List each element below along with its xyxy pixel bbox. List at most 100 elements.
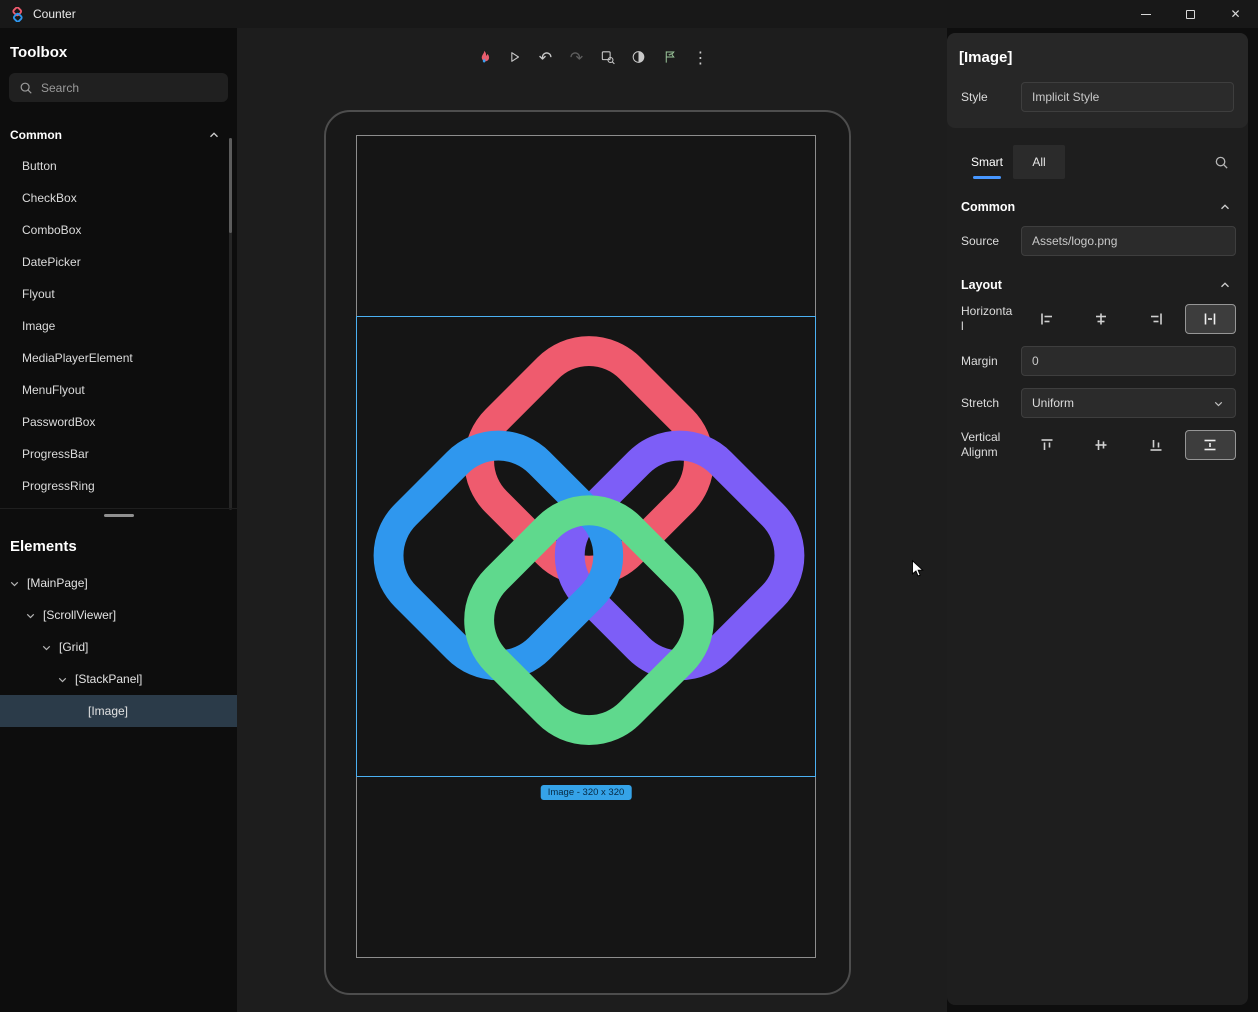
mouse-cursor: [908, 559, 926, 584]
align-stretch-vertical-icon: [1202, 437, 1218, 453]
toolbox-title: Toolbox: [0, 28, 237, 73]
play-icon: [507, 49, 523, 65]
toolbox-item-menuflyout[interactable]: MenuFlyout: [0, 374, 237, 406]
flag-check-icon: [662, 49, 677, 65]
properties-tabs: Smart All: [947, 144, 1248, 180]
zoom-selection-button[interactable]: [596, 44, 620, 70]
align-stretch-horizontal-icon: [1202, 311, 1218, 327]
chevron-up-icon[interactable]: [1218, 278, 1232, 292]
canvas-toolbar: ↶ ↷ ⋮: [472, 44, 713, 70]
theme-toggle-button[interactable]: [627, 44, 651, 70]
tree-item-grid[interactable]: [Grid]: [0, 631, 237, 663]
align-bottom-icon: [1148, 437, 1164, 453]
canvas-image-element[interactable]: [356, 316, 816, 777]
elements-panel: Elements [MainPage] [ScrollViewer] [Grid…: [0, 522, 237, 727]
toolbox-item-datepicker[interactable]: DatePicker: [0, 246, 237, 278]
tree-item-mainpage[interactable]: [MainPage]: [0, 567, 237, 599]
align-vertical-center-button[interactable]: [1076, 430, 1128, 460]
properties-card: [Image] Style Smart All Common: [947, 33, 1248, 1005]
align-horizontal-left-button[interactable]: [1021, 304, 1073, 334]
vertical-alignment-row: Vertical Alignm: [947, 430, 1248, 460]
align-left-icon: [1039, 311, 1055, 327]
vertical-alignment-label: Vertical Alignm: [961, 430, 1013, 460]
toolbox-search-input[interactable]: [41, 81, 218, 95]
toolbox-item-image[interactable]: Image: [0, 310, 237, 342]
style-input[interactable]: [1021, 82, 1234, 112]
chevron-down-icon[interactable]: [40, 641, 53, 654]
chevron-down-icon[interactable]: [24, 609, 37, 622]
splitter-handle-icon: [104, 514, 134, 517]
toolbox-item-combobox[interactable]: ComboBox: [0, 214, 237, 246]
search-icon: [19, 81, 33, 95]
align-vertical-bottom-button[interactable]: [1130, 430, 1182, 460]
toolbox-item-passwordbox[interactable]: PasswordBox: [0, 406, 237, 438]
properties-sidebar: [Image] Style Smart All Common: [947, 28, 1258, 1012]
app-window: Counter ✕ Toolbox Common Button: [0, 0, 1258, 1012]
section-common-header[interactable]: Common: [947, 190, 1248, 226]
align-right-icon: [1148, 311, 1164, 327]
undo-button[interactable]: ↶: [534, 44, 558, 70]
toolbox-section-common[interactable]: Common: [0, 120, 237, 150]
margin-input[interactable]: [1021, 346, 1236, 376]
chevron-up-icon[interactable]: [1218, 200, 1232, 214]
style-row: Style: [959, 82, 1236, 112]
tab-all[interactable]: All: [1013, 145, 1065, 179]
minimize-icon: [1141, 14, 1151, 15]
design-canvas[interactable]: ↶ ↷ ⋮: [237, 28, 947, 1012]
toolbox-item-progressring[interactable]: ProgressRing: [0, 470, 237, 502]
titlebar: Counter ✕: [0, 0, 1258, 28]
align-top-icon: [1039, 437, 1055, 453]
play-button[interactable]: [503, 44, 527, 70]
flag-button[interactable]: [658, 44, 682, 70]
minimize-button[interactable]: [1123, 0, 1168, 28]
tree-item-scrollviewer[interactable]: [ScrollViewer]: [0, 599, 237, 631]
toolbox-item-progressbar[interactable]: ProgressBar: [0, 438, 237, 470]
tree-item-stackpanel[interactable]: [StackPanel]: [0, 663, 237, 695]
properties-search-button[interactable]: [1208, 149, 1234, 175]
stretch-select[interactable]: Uniform: [1021, 388, 1236, 418]
align-middle-icon: [1093, 437, 1109, 453]
margin-label: Margin: [961, 354, 1013, 369]
selected-element-title: [Image]: [959, 49, 1236, 66]
align-horizontal-stretch-button[interactable]: [1185, 304, 1237, 334]
maximize-button[interactable]: [1168, 0, 1213, 28]
more-options-button[interactable]: ⋮: [689, 44, 713, 70]
chevron-down-icon[interactable]: [8, 577, 21, 590]
toolbox-item-checkbox[interactable]: CheckBox: [0, 182, 237, 214]
align-vertical-stretch-button[interactable]: [1185, 430, 1237, 460]
element-tree: [MainPage] [ScrollViewer] [Grid] [StackP…: [0, 567, 237, 727]
stretch-label: Stretch: [961, 396, 1013, 411]
theme-icon: [631, 49, 647, 65]
tab-smart[interactable]: Smart: [961, 145, 1013, 179]
panel-splitter[interactable]: [0, 508, 237, 522]
source-label: Source: [961, 234, 1013, 249]
align-horizontal-right-button[interactable]: [1130, 304, 1182, 334]
device-frame: Image - 320 x 320: [324, 110, 851, 995]
source-input[interactable]: [1021, 226, 1236, 256]
horizontal-alignment-group: [1021, 304, 1236, 334]
toolbox-item-flyout[interactable]: Flyout: [0, 278, 237, 310]
close-button[interactable]: ✕: [1213, 0, 1258, 28]
align-vertical-top-button[interactable]: [1021, 430, 1073, 460]
uno-logo-image: [357, 317, 815, 776]
toolbox-item-mediaplayerelement[interactable]: MediaPlayerElement: [0, 342, 237, 374]
align-horizontal-center-button[interactable]: [1076, 304, 1128, 334]
section-layout-header[interactable]: Layout: [947, 268, 1248, 304]
align-center-icon: [1093, 311, 1109, 327]
horizontal-alignment-label: Horizontal: [961, 304, 1013, 334]
redo-button[interactable]: ↷: [565, 44, 589, 70]
toolbox-scrollbar[interactable]: [229, 138, 232, 510]
flame-icon: [475, 48, 492, 67]
design-page-surface[interactable]: Image - 320 x 320: [356, 135, 816, 958]
toolbox-search[interactable]: [9, 73, 228, 102]
hot-design-flame-button[interactable]: [472, 44, 496, 70]
chevron-up-icon[interactable]: [207, 128, 221, 142]
maximize-icon: [1186, 10, 1195, 19]
logo-red-square: [455, 327, 723, 595]
toolbox-list: Button CheckBox ComboBox DatePicker Flyo…: [0, 150, 237, 502]
section-common: Common Source: [947, 190, 1248, 256]
tree-item-image-selected[interactable]: [Image]: [0, 695, 237, 727]
toolbox-item-button[interactable]: Button: [0, 150, 237, 182]
chevron-down-icon[interactable]: [56, 673, 69, 686]
toolbox-scrollbar-thumb[interactable]: [229, 138, 232, 233]
